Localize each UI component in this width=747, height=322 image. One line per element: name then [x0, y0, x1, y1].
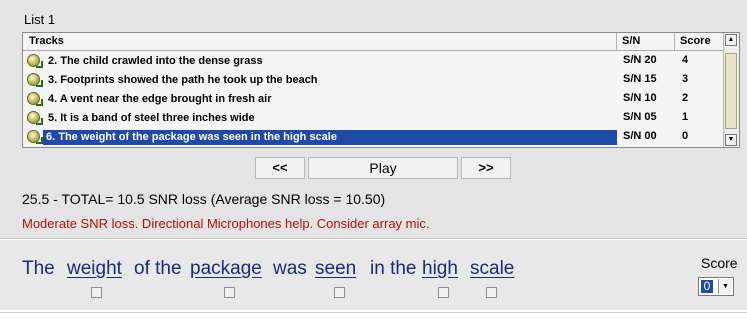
keyword-checkbox-high[interactable] [438, 287, 449, 298]
track-score: 4 [682, 54, 689, 66]
track-score: 0 [682, 130, 689, 142]
sentence-word: was [273, 258, 307, 279]
previous-button[interactable]: << [255, 157, 305, 179]
keyword-high: high [422, 258, 458, 279]
track-row[interactable]: 4. A vent near the edge brought in fresh… [23, 89, 724, 108]
audio-track-icon [27, 130, 43, 144]
track-row[interactable]: 2. The child crawled into the dense gras… [23, 51, 724, 70]
audio-track-icon [27, 92, 43, 106]
track-score: 3 [682, 73, 689, 85]
score-select[interactable]: 0 ▼ [698, 277, 734, 296]
score-label: Score [701, 255, 738, 271]
audio-track-icon [27, 111, 43, 125]
list-caption: List 1 [24, 12, 56, 27]
keyword-weight: weight [67, 258, 122, 279]
next-button[interactable]: >> [461, 157, 511, 179]
track-row[interactable]: 5. It is a band of steel three inches wi… [23, 108, 724, 127]
track-title: 4. A vent near the edge brought in fresh… [48, 93, 272, 105]
track-sn: S/N 05 [623, 111, 657, 123]
listbox-header: Tracks S/N Score [23, 33, 724, 51]
chevron-down-icon[interactable]: ▼ [718, 279, 732, 294]
divider [0, 312, 747, 313]
track-row-selected[interactable]: 6. The weight of the package was seen in… [23, 127, 724, 146]
total-snr-text: 25.5 - TOTAL= 10.5 SNR loss (Average SNR… [22, 191, 386, 207]
track-title: 5. It is a band of steel three inches wi… [48, 112, 255, 124]
col-header-score[interactable]: Score [680, 35, 711, 47]
scroll-down-button[interactable]: ▼ [725, 134, 737, 146]
keyword-checkbox-scale[interactable] [486, 287, 497, 298]
scroll-thumb[interactable] [725, 53, 737, 129]
keyword-checkbox-package[interactable] [224, 287, 235, 298]
sentence-word: in the [370, 258, 417, 279]
track-score: 2 [682, 92, 689, 104]
keyword-scale: scale [470, 258, 515, 279]
keyword-checkbox-seen[interactable] [334, 287, 345, 298]
keyword-checkbox-weight[interactable] [91, 287, 102, 298]
score-value: 0 [701, 280, 713, 293]
track-sn: S/N 10 [623, 92, 657, 104]
col-header-tracks[interactable]: Tracks [29, 35, 64, 47]
column-divider[interactable] [616, 33, 617, 50]
sentence-word: of the [134, 258, 182, 279]
column-divider[interactable] [674, 33, 675, 50]
tracks-listbox[interactable]: Tracks S/N Score 2. The child crawled in… [22, 32, 740, 148]
track-score: 1 [682, 111, 689, 123]
track-sn: S/N 00 [623, 130, 657, 142]
track-panel: List 1 Tracks S/N Score 2. The child cra… [0, 0, 747, 239]
vertical-scrollbar[interactable]: ▲ ▼ [723, 33, 739, 147]
sentence-word: The [22, 258, 55, 279]
track-title: 3. Footprints showed the path he took up… [48, 74, 318, 86]
col-header-sn[interactable]: S/N [622, 35, 640, 47]
keyword-package: package [190, 258, 262, 279]
scroll-up-button[interactable]: ▲ [725, 34, 737, 46]
track-title: 6. The weight of the package was seen in… [43, 130, 617, 145]
track-sn: S/N 15 [623, 73, 657, 85]
audio-track-icon [27, 73, 43, 87]
track-sn: S/N 20 [623, 54, 657, 66]
keyword-seen: seen [315, 258, 357, 279]
track-row[interactable]: 3. Footprints showed the path he took up… [23, 70, 724, 89]
play-button[interactable]: Play [308, 157, 458, 179]
advice-text: Moderate SNR loss. Directional Microphon… [22, 216, 430, 231]
audio-track-icon [27, 54, 43, 68]
track-title: 2. The child crawled into the dense gras… [48, 55, 263, 67]
